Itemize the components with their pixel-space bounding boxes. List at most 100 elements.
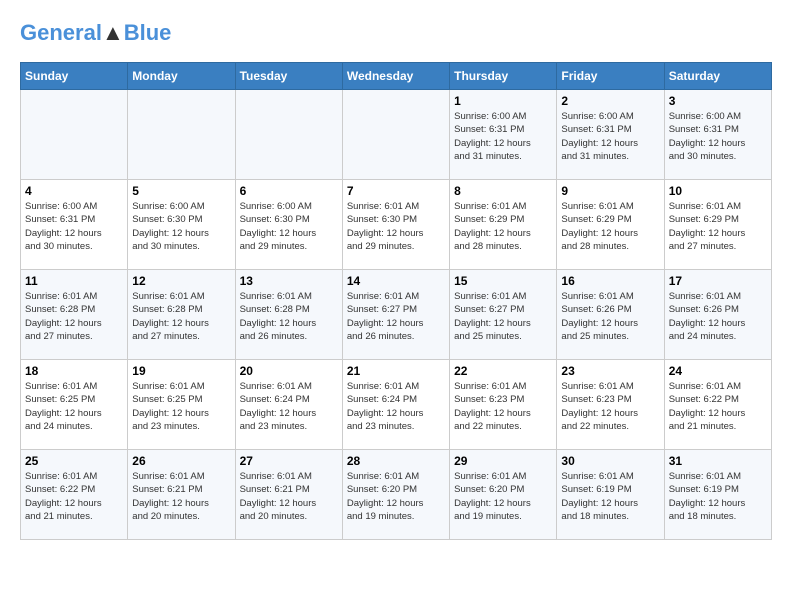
day-info: Sunrise: 6:00 AM Sunset: 6:30 PM Dayligh… <box>132 200 230 253</box>
day-number: 21 <box>347 364 445 378</box>
calendar-cell: 13 Sunrise: 6:01 AM Sunset: 6:28 PM Dayli… <box>235 270 342 360</box>
day-number: 13 <box>240 274 338 288</box>
day-number: 23 <box>561 364 659 378</box>
day-number: 17 <box>669 274 767 288</box>
calendar-table: SundayMondayTuesdayWednesdayThursdayFrid… <box>20 62 772 540</box>
header-friday: Friday <box>557 63 664 90</box>
day-info: Sunrise: 6:01 AM Sunset: 6:25 PM Dayligh… <box>132 380 230 433</box>
header-sunday: Sunday <box>21 63 128 90</box>
day-number: 18 <box>25 364 123 378</box>
day-number: 12 <box>132 274 230 288</box>
day-info: Sunrise: 6:01 AM Sunset: 6:25 PM Dayligh… <box>25 380 123 433</box>
day-info: Sunrise: 6:01 AM Sunset: 6:21 PM Dayligh… <box>240 470 338 523</box>
calendar-cell: 20 Sunrise: 6:01 AM Sunset: 6:24 PM Dayli… <box>235 360 342 450</box>
day-info: Sunrise: 6:01 AM Sunset: 6:23 PM Dayligh… <box>454 380 552 433</box>
day-number: 25 <box>25 454 123 468</box>
calendar-cell: 26 Sunrise: 6:01 AM Sunset: 6:21 PM Dayli… <box>128 450 235 540</box>
day-number: 1 <box>454 94 552 108</box>
day-info: Sunrise: 6:00 AM Sunset: 6:31 PM Dayligh… <box>454 110 552 163</box>
calendar-cell: 15Sunrise: 6:01 AM Sunset: 6:27 PM Dayli… <box>450 270 557 360</box>
calendar-cell: 7 Sunrise: 6:01 AM Sunset: 6:30 PM Daylig… <box>342 180 449 270</box>
calendar-cell: 27 Sunrise: 6:01 AM Sunset: 6:21 PM Dayli… <box>235 450 342 540</box>
week-row-5: 25 Sunrise: 6:01 AM Sunset: 6:22 PM Dayli… <box>21 450 772 540</box>
calendar-cell: 10 Sunrise: 6:01 AM Sunset: 6:29 PM Dayli… <box>664 180 771 270</box>
day-info: Sunrise: 6:01 AM Sunset: 6:19 PM Dayligh… <box>561 470 659 523</box>
calendar-cell: 30 Sunrise: 6:01 AM Sunset: 6:19 PM Dayli… <box>557 450 664 540</box>
calendar-cell: 31 Sunrise: 6:01 AM Sunset: 6:19 PM Dayli… <box>664 450 771 540</box>
day-number: 31 <box>669 454 767 468</box>
day-info: Sunrise: 6:01 AM Sunset: 6:20 PM Dayligh… <box>454 470 552 523</box>
logo-blue: Blue <box>124 20 172 45</box>
day-info: Sunrise: 6:00 AM Sunset: 6:30 PM Dayligh… <box>240 200 338 253</box>
day-info: Sunrise: 6:01 AM Sunset: 6:29 PM Dayligh… <box>561 200 659 253</box>
day-info: Sunrise: 6:01 AM Sunset: 6:29 PM Dayligh… <box>669 200 767 253</box>
header-monday: Monday <box>128 63 235 90</box>
day-info: Sunrise: 6:01 AM Sunset: 6:24 PM Dayligh… <box>347 380 445 433</box>
day-number: 11 <box>25 274 123 288</box>
day-number: 20 <box>240 364 338 378</box>
day-number: 10 <box>669 184 767 198</box>
day-info: Sunrise: 6:01 AM Sunset: 6:22 PM Dayligh… <box>25 470 123 523</box>
day-info: Sunrise: 6:01 AM Sunset: 6:30 PM Dayligh… <box>347 200 445 253</box>
day-info: Sunrise: 6:00 AM Sunset: 6:31 PM Dayligh… <box>669 110 767 163</box>
day-info: Sunrise: 6:01 AM Sunset: 6:20 PM Dayligh… <box>347 470 445 523</box>
header-tuesday: Tuesday <box>235 63 342 90</box>
calendar-cell <box>128 90 235 180</box>
day-info: Sunrise: 6:01 AM Sunset: 6:27 PM Dayligh… <box>454 290 552 343</box>
day-info: Sunrise: 6:01 AM Sunset: 6:27 PM Dayligh… <box>347 290 445 343</box>
day-info: Sunrise: 6:01 AM Sunset: 6:28 PM Dayligh… <box>25 290 123 343</box>
day-number: 22 <box>454 364 552 378</box>
calendar-body: 1 Sunrise: 6:00 AM Sunset: 6:31 PM Daylig… <box>21 90 772 540</box>
logo-general: General <box>20 20 102 45</box>
day-number: 8 <box>454 184 552 198</box>
day-number: 7 <box>347 184 445 198</box>
calendar-cell <box>21 90 128 180</box>
week-row-2: 4Sunrise: 6:00 AM Sunset: 6:31 PM Daylig… <box>21 180 772 270</box>
day-number: 27 <box>240 454 338 468</box>
day-info: Sunrise: 6:00 AM Sunset: 6:31 PM Dayligh… <box>561 110 659 163</box>
day-number: 6 <box>240 184 338 198</box>
calendar-cell: 19 Sunrise: 6:01 AM Sunset: 6:25 PM Dayli… <box>128 360 235 450</box>
calendar-cell <box>235 90 342 180</box>
calendar-cell: 11 Sunrise: 6:01 AM Sunset: 6:28 PM Dayli… <box>21 270 128 360</box>
logo-text: General▲Blue <box>20 20 171 46</box>
day-info: Sunrise: 6:01 AM Sunset: 6:19 PM Dayligh… <box>669 470 767 523</box>
day-info: Sunrise: 6:01 AM Sunset: 6:26 PM Dayligh… <box>561 290 659 343</box>
calendar-cell: 28 Sunrise: 6:01 AM Sunset: 6:20 PM Dayli… <box>342 450 449 540</box>
day-number: 26 <box>132 454 230 468</box>
calendar-cell: 25 Sunrise: 6:01 AM Sunset: 6:22 PM Dayli… <box>21 450 128 540</box>
day-number: 5 <box>132 184 230 198</box>
calendar-cell: 8 Sunrise: 6:01 AM Sunset: 6:29 PM Daylig… <box>450 180 557 270</box>
day-info: Sunrise: 6:01 AM Sunset: 6:23 PM Dayligh… <box>561 380 659 433</box>
day-number: 14 <box>347 274 445 288</box>
day-number: 2 <box>561 94 659 108</box>
calendar-cell: 6 Sunrise: 6:00 AM Sunset: 6:30 PM Daylig… <box>235 180 342 270</box>
day-info: Sunrise: 6:01 AM Sunset: 6:28 PM Dayligh… <box>240 290 338 343</box>
header-thursday: Thursday <box>450 63 557 90</box>
week-row-1: 1 Sunrise: 6:00 AM Sunset: 6:31 PM Daylig… <box>21 90 772 180</box>
header-saturday: Saturday <box>664 63 771 90</box>
day-number: 29 <box>454 454 552 468</box>
calendar-cell: 2 Sunrise: 6:00 AM Sunset: 6:31 PM Daylig… <box>557 90 664 180</box>
day-number: 30 <box>561 454 659 468</box>
calendar-cell: 29 Sunrise: 6:01 AM Sunset: 6:20 PM Dayli… <box>450 450 557 540</box>
calendar-cell: 23 Sunrise: 6:01 AM Sunset: 6:23 PM Dayli… <box>557 360 664 450</box>
calendar-cell: 21 Sunrise: 6:01 AM Sunset: 6:24 PM Dayli… <box>342 360 449 450</box>
calendar-header: SundayMondayTuesdayWednesdayThursdayFrid… <box>21 63 772 90</box>
day-info: Sunrise: 6:01 AM Sunset: 6:24 PM Dayligh… <box>240 380 338 433</box>
calendar-cell: 16 Sunrise: 6:01 AM Sunset: 6:26 PM Dayli… <box>557 270 664 360</box>
day-info: Sunrise: 6:01 AM Sunset: 6:22 PM Dayligh… <box>669 380 767 433</box>
day-number: 16 <box>561 274 659 288</box>
day-number: 24 <box>669 364 767 378</box>
day-number: 9 <box>561 184 659 198</box>
day-info: Sunrise: 6:01 AM Sunset: 6:29 PM Dayligh… <box>454 200 552 253</box>
calendar-cell: 3 Sunrise: 6:00 AM Sunset: 6:31 PM Daylig… <box>664 90 771 180</box>
day-number: 3 <box>669 94 767 108</box>
day-info: Sunrise: 6:01 AM Sunset: 6:28 PM Dayligh… <box>132 290 230 343</box>
day-number: 4 <box>25 184 123 198</box>
day-number: 28 <box>347 454 445 468</box>
calendar-cell: 22 Sunrise: 6:01 AM Sunset: 6:23 PM Dayli… <box>450 360 557 450</box>
day-number: 19 <box>132 364 230 378</box>
calendar-cell: 17Sunrise: 6:01 AM Sunset: 6:26 PM Dayli… <box>664 270 771 360</box>
day-info: Sunrise: 6:01 AM Sunset: 6:21 PM Dayligh… <box>132 470 230 523</box>
